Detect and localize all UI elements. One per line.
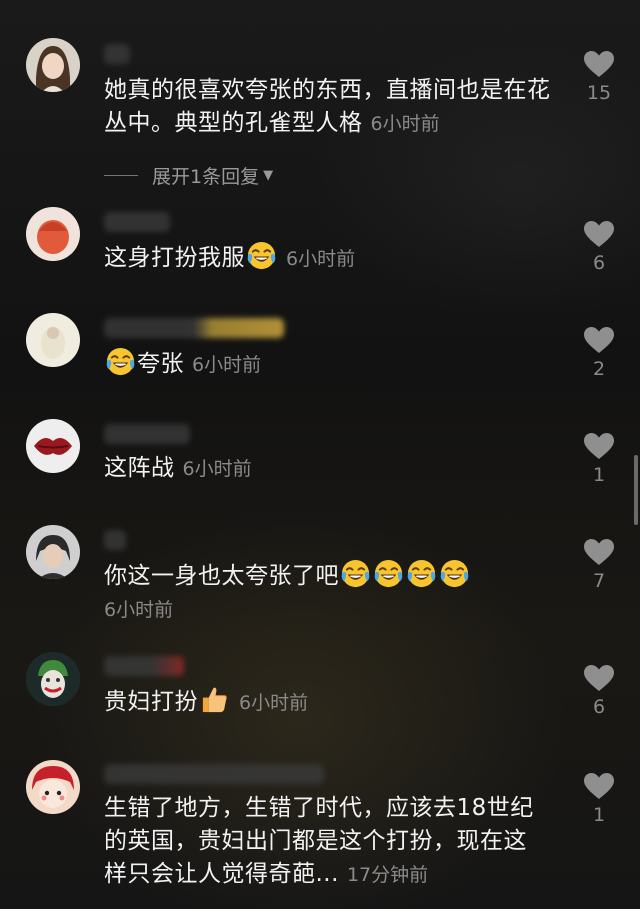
avatar[interactable] xyxy=(26,38,80,92)
laughing-emoji xyxy=(105,346,136,377)
expand-replies-button[interactable]: 展开1条回复 ▼ xyxy=(104,162,273,189)
like-button[interactable]: 15 xyxy=(579,50,619,104)
username-blurred[interactable] xyxy=(104,318,284,338)
like-count: 2 xyxy=(592,358,606,380)
laughing-emoji xyxy=(340,558,371,589)
laughing-emoji xyxy=(406,558,437,589)
comment-time: 6小时前 xyxy=(286,248,356,270)
divider-line xyxy=(104,175,138,176)
scrollbar[interactable] xyxy=(634,455,638,525)
like-button[interactable]: 1 xyxy=(579,772,619,826)
username-blurred[interactable] xyxy=(104,530,126,550)
username-blurred[interactable] xyxy=(104,212,170,232)
comment-time: 6小时前 xyxy=(370,113,440,135)
like-count: 6 xyxy=(592,252,606,274)
comment-text: 她真的很喜欢夸张的东西，直播间也是在花丛中。典型的孔雀型人格 6小时前 xyxy=(104,77,551,136)
comment-text: 生错了地方，生错了时代，应该去18世纪的英国，贵妇出门都是这个打扮，现在这样只会… xyxy=(104,795,534,887)
comment-time: 6小时前 xyxy=(182,458,252,480)
laughing-emoji xyxy=(246,240,277,271)
heart-icon xyxy=(583,432,615,460)
comment-time: 6小时前 xyxy=(239,692,309,714)
avatar[interactable] xyxy=(26,525,80,579)
avatar[interactable] xyxy=(26,652,80,706)
comment-time: 17分钟前 xyxy=(346,864,429,886)
like-count: 1 xyxy=(592,464,606,486)
comment-time: 6小时前 xyxy=(104,599,174,621)
avatar[interactable] xyxy=(26,313,80,367)
heart-icon xyxy=(583,772,615,800)
like-count: 7 xyxy=(592,570,606,592)
like-button[interactable]: 2 xyxy=(579,326,619,380)
comment-text: 你这一身也太夸张了吧 6小时前 xyxy=(104,558,554,627)
comment-text: 夸张 6小时前 xyxy=(104,346,554,382)
comment-text: 贵妇打扮 6小时前 xyxy=(104,684,554,720)
username-blurred[interactable] xyxy=(104,656,184,676)
heart-icon xyxy=(583,326,615,354)
like-button[interactable]: 6 xyxy=(579,220,619,274)
laughing-emoji xyxy=(373,558,404,589)
like-count: 6 xyxy=(592,696,606,718)
avatar[interactable] xyxy=(26,207,80,261)
laughing-emoji xyxy=(439,558,470,589)
avatar[interactable] xyxy=(26,419,80,473)
like-count: 1 xyxy=(592,804,606,826)
like-button[interactable]: 7 xyxy=(579,538,619,592)
comment-time: 6小时前 xyxy=(192,354,262,376)
heart-icon xyxy=(583,220,615,248)
heart-icon xyxy=(583,50,615,78)
comment-text: 这阵战 6小时前 xyxy=(104,455,252,481)
comment-text: 这身打扮我服 6小时前 xyxy=(104,240,554,276)
like-button[interactable]: 1 xyxy=(579,432,619,486)
like-button[interactable]: 6 xyxy=(579,664,619,718)
thumbs-up-emoji xyxy=(199,684,230,715)
like-count: 15 xyxy=(586,82,612,104)
heart-icon xyxy=(583,538,615,566)
caret-down-icon: ▼ xyxy=(263,168,274,183)
avatar[interactable] xyxy=(26,760,80,814)
heart-icon xyxy=(583,664,615,692)
username-blurred[interactable] xyxy=(104,424,190,444)
username-blurred[interactable] xyxy=(104,44,130,64)
username-blurred[interactable] xyxy=(104,764,324,784)
